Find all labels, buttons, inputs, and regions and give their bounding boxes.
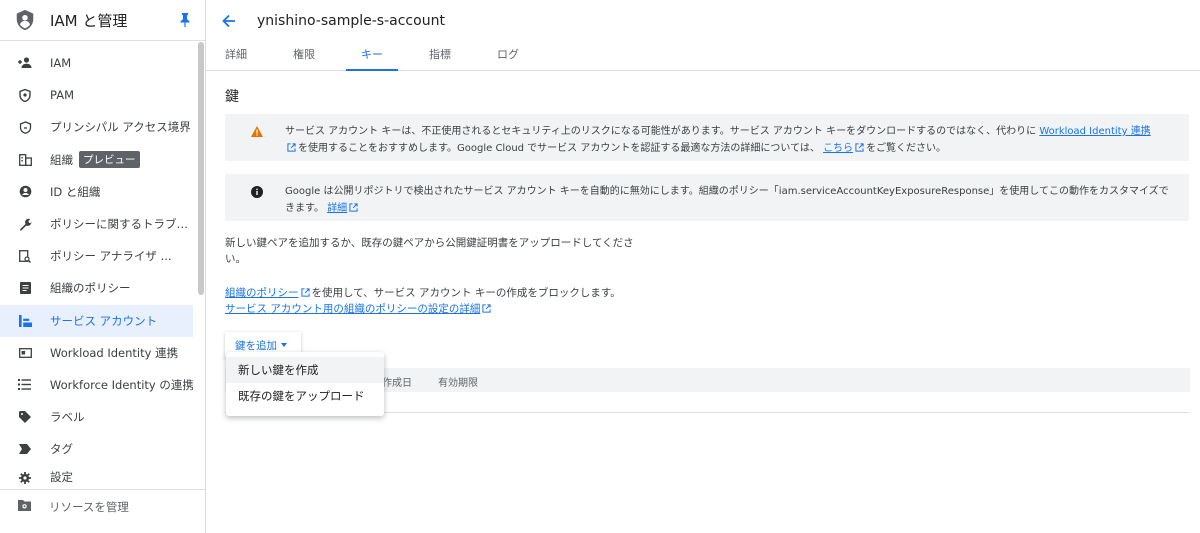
sidebar: IAM と管理 IAM PAM プリンシパル アクセス境界 組織 プレビュー I… [0, 0, 206, 533]
service-account-icon [18, 314, 32, 328]
external-link-icon [349, 203, 358, 212]
person-add-icon [18, 56, 32, 70]
info-details-link[interactable]: 詳細 [327, 203, 347, 214]
info-icon [251, 186, 263, 198]
sidebar-item-label: PAM [50, 88, 74, 103]
sidebar-item-principal-access-boundary[interactable]: プリンシパル アクセス境界 [0, 111, 193, 143]
external-link-icon [300, 288, 310, 297]
boundary-icon [18, 120, 32, 134]
sidebar-item-workload-identity[interactable]: Workload Identity 連携 [0, 337, 193, 369]
column-expiration: 有効期限 [438, 378, 478, 389]
sidebar-nav: IAM PAM プリンシパル アクセス境界 組織 プレビュー ID と組織 ポリ… [0, 47, 206, 485]
external-link-icon [482, 304, 491, 313]
sidebar-item-label: Workforce Identity の連携 [49, 377, 193, 392]
account-circle-icon [18, 185, 32, 199]
sidebar-item-label: ポリシーに関するトラブ… [50, 217, 188, 232]
external-link-icon [287, 143, 296, 152]
warning-text-1: サービス アカウント キーは、不正使用されるとセキュリティ上のリスクになる可能性… [285, 126, 1037, 137]
sidebar-item-organization[interactable]: 組織 プレビュー [0, 144, 193, 176]
gear-icon [18, 471, 32, 485]
policy-text-1: を使用して、サービス アカウント キーの作成をブロックします。 [311, 287, 621, 299]
sidebar-item-id-and-organization[interactable]: ID と組織 [0, 176, 193, 208]
warning-text-2: を使用することをおすすめします。Google Cloud でサービス アカウント… [298, 143, 820, 154]
id-card-icon [18, 346, 32, 360]
tab-details[interactable]: 詳細 [210, 41, 262, 71]
tag-icon [18, 442, 32, 456]
workload-identity-link[interactable]: Workload Identity 連携 [1039, 126, 1150, 137]
keys-section: 鍵 サービス アカウント キーは、不正使用されるとセキュリティ上のリスクになる可… [225, 86, 1190, 416]
sidebar-header: IAM と管理 [0, 0, 205, 41]
sidebar-item-label: IAM [50, 56, 72, 71]
sidebar-item-organization-policies[interactable]: 組織のポリシー [0, 272, 193, 304]
warning-text-3: をご覧ください。 [866, 143, 947, 154]
sidebar-item-label: タグ [50, 442, 73, 457]
sidebar-item-label: プリンシパル アクセス境界 [50, 120, 191, 135]
sidebar-footer-label: リソースを管理 [49, 499, 129, 514]
org-policy-details-link[interactable]: サービス アカウント用の組織のポリシーの設定の詳細 [225, 303, 480, 315]
info-text-1: Google は公開リポジトリで検出されたサービス アカウント キーを自動的に無… [285, 186, 1169, 214]
learn-more-here-link[interactable]: こちら [823, 143, 853, 154]
top-bar: ynishino-sample-s-account [206, 0, 1200, 41]
sidebar-item-labels[interactable]: ラベル [0, 401, 193, 433]
policy-text: 組織のポリシー を使用して、サービス アカウント キーの作成をブロックします。 サ… [225, 285, 1190, 317]
sidebar-item-pam[interactable]: PAM [0, 79, 193, 111]
warning-icon [251, 126, 263, 137]
add-key-label: 鍵を追加 [235, 339, 277, 352]
page-title: ynishino-sample-s-account [257, 12, 445, 29]
shield-icon [18, 88, 32, 102]
pin-icon[interactable] [179, 13, 191, 27]
list-icon [18, 378, 32, 392]
info-banner: Google は公開リポジトリで検出されたサービス アカウント キーを自動的に無… [225, 174, 1189, 221]
sidebar-item-settings[interactable]: 設定 [0, 465, 193, 485]
tab-bar: 詳細 権限 キー 指標 ログ [206, 41, 1200, 71]
add-key-dropdown-menu: 新しい鍵を作成 既存の鍵をアップロード [226, 352, 384, 416]
description-text: 新しい鍵ペアを追加するか、既存の鍵ペアから公開鍵証明書をアップロードしてください… [225, 237, 634, 265]
sidebar-item-label: ラベル [50, 410, 85, 425]
menu-item-upload-existing-key[interactable]: 既存の鍵をアップロード [226, 383, 384, 409]
preview-badge: プレビュー [79, 151, 140, 169]
column-created-date: 作成日 [382, 378, 412, 389]
sidebar-item-tags[interactable]: タグ [0, 433, 193, 465]
sidebar-item-label: 設定 [50, 470, 73, 485]
label-icon [18, 410, 32, 424]
tab-metrics[interactable]: 指標 [414, 41, 466, 71]
app-root: IAM と管理 IAM PAM プリンシパル アクセス境界 組織 プレビュー I… [0, 0, 1200, 533]
sidebar-item-label: 組織 [50, 152, 73, 167]
org-policy-link[interactable]: 組織のポリシー [225, 287, 299, 299]
sidebar-item-label: サービス アカウント [50, 313, 158, 328]
sidebar-item-workforce-identity[interactable]: Workforce Identity の連携 [0, 369, 193, 401]
sidebar-title: IAM と管理 [50, 11, 128, 30]
iam-shield-icon [16, 9, 34, 31]
tab-permissions[interactable]: 権限 [278, 41, 330, 71]
back-arrow-icon[interactable] [222, 14, 236, 28]
sidebar-item-policy-troubleshooter[interactable]: ポリシーに関するトラブ… [0, 208, 193, 240]
sidebar-scrollbar[interactable] [198, 42, 204, 295]
wrench-icon [18, 217, 32, 231]
manage-resources-icon [18, 499, 31, 514]
menu-item-create-new-key[interactable]: 新しい鍵を作成 [226, 357, 384, 383]
policy-analyzer-icon [18, 249, 32, 263]
tab-keys[interactable]: キー [346, 41, 398, 71]
sidebar-item-policy-analyzer[interactable]: ポリシー アナライザ ... [0, 240, 193, 272]
warning-banner: サービス アカウント キーは、不正使用されるとセキュリティ上のリスクになる可能性… [225, 114, 1189, 161]
section-title: 鍵 [225, 89, 239, 105]
warning-text: サービス アカウント キーは、不正使用されるとセキュリティ上のリスクになる可能性… [285, 123, 1151, 154]
sidebar-item-iam[interactable]: IAM [0, 47, 193, 79]
sidebar-item-label: ID と組織 [50, 184, 101, 199]
sidebar-item-service-accounts[interactable]: サービス アカウント [0, 304, 193, 337]
sidebar-item-label: ポリシー アナライザ ... [50, 249, 172, 264]
organization-icon [18, 153, 32, 167]
document-icon [18, 281, 32, 295]
external-link-icon [855, 143, 864, 152]
sidebar-item-label: 組織のポリシー [50, 281, 131, 296]
main-content: ynishino-sample-s-account 詳細 権限 キー 指標 ログ… [206, 0, 1200, 533]
info-text: Google は公開リポジトリで検出されたサービス アカウント キーを自動的に無… [285, 183, 1175, 214]
sidebar-item-label: Workload Identity 連携 [50, 345, 179, 360]
sidebar-footer-manage-resources[interactable]: リソースを管理 [0, 489, 205, 523]
caret-down-icon [281, 343, 287, 347]
tab-logs[interactable]: ログ [482, 41, 534, 71]
